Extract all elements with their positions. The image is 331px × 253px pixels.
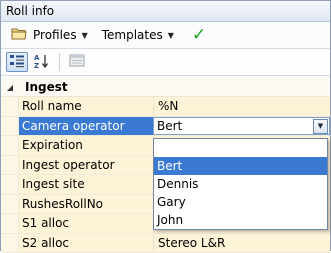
camera-operator-combo[interactable]: Bert ▼ xyxy=(153,117,330,136)
property-row-roll-name[interactable]: Roll name %N xyxy=(1,97,330,117)
collapse-triangle-icon[interactable]: ◢ xyxy=(1,83,19,92)
dropdown-option[interactable]: John xyxy=(154,211,327,229)
category-ingest[interactable]: ◢ Ingest xyxy=(1,78,330,97)
property-name: RushesRollNo xyxy=(19,195,153,214)
dropdown-option[interactable]: Bert xyxy=(154,157,327,175)
property-name: Ingest site xyxy=(19,175,153,194)
categorized-view-icon xyxy=(9,54,25,71)
checkmark-icon[interactable]: ✓ xyxy=(192,27,206,44)
dropdown-option[interactable]: Gary xyxy=(154,193,327,211)
dropdown-arrow-icon[interactable]: ▼ xyxy=(313,119,328,134)
property-name: Ingest operator xyxy=(19,156,153,175)
profiles-label: Profiles xyxy=(33,28,77,42)
folder-icon xyxy=(11,27,27,43)
templates-label: Templates xyxy=(102,28,163,42)
sort-alphabetical-button[interactable]: A Z xyxy=(31,52,53,72)
sort-alphabetical-icon: A Z xyxy=(33,53,51,72)
roll-info-window: Roll info Profiles ▼ Templates ▼ ✓ xyxy=(0,0,331,251)
camera-operator-dropdown-list: Bert Dennis Gary John xyxy=(153,138,328,230)
property-row-s2-alloc[interactable]: S2 alloc Stereo L&R xyxy=(1,234,330,253)
menubar: Profiles ▼ Templates ▼ ✓ xyxy=(1,22,330,49)
property-name: S1 alloc xyxy=(19,214,153,233)
category-label: Ingest xyxy=(19,80,68,94)
svg-text:A: A xyxy=(34,54,40,62)
property-row-camera-operator[interactable]: Camera operator Bert ▼ xyxy=(1,117,330,137)
property-value[interactable]: Stereo L&R xyxy=(153,234,330,253)
combo-value: Bert xyxy=(157,119,182,133)
dropdown-option[interactable]: Dennis xyxy=(154,175,327,193)
property-name: Expiration xyxy=(19,136,153,155)
categorized-view-button[interactable] xyxy=(6,52,28,72)
toolbar-separator xyxy=(59,53,60,71)
grid-toolbar: A Z xyxy=(1,49,330,76)
chevron-down-icon: ▼ xyxy=(168,31,174,40)
chevron-down-icon: ▼ xyxy=(82,31,88,40)
property-name: S2 alloc xyxy=(19,234,153,253)
property-value[interactable]: %N xyxy=(153,97,330,116)
templates-menu[interactable]: Templates ▼ xyxy=(92,24,178,46)
property-name: Roll name xyxy=(19,97,153,116)
property-pages-icon xyxy=(69,54,85,70)
property-name: Camera operator xyxy=(19,117,153,136)
property-pages-button[interactable] xyxy=(66,52,88,72)
profiles-menu[interactable]: Profiles ▼ xyxy=(7,24,92,46)
svg-text:Z: Z xyxy=(34,62,39,69)
window-title: Roll info xyxy=(1,1,330,22)
